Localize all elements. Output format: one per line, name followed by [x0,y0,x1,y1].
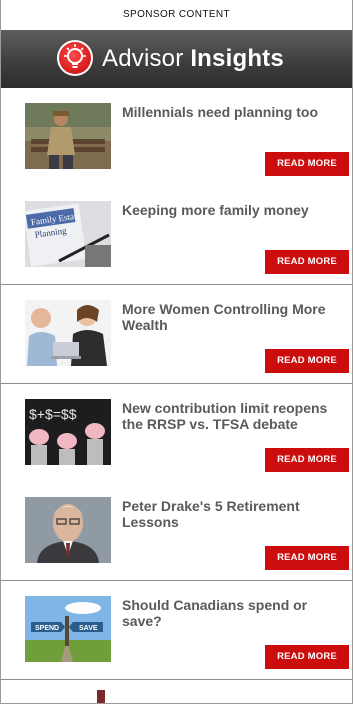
brand-name-bold: Insights [190,45,284,72]
svg-text:$+$=$$: $+$=$$ [29,406,77,422]
spend-save-signs-image[interactable]: SPEND SAVE [25,596,111,662]
svg-text:SPEND: SPEND [35,625,59,632]
family-estate-planning-image[interactable]: Family Estate Planning [25,201,111,267]
piggy-banks-image[interactable]: $+$=$$ [25,399,111,465]
next-list-item-partial [1,690,352,703]
brand-name-light: Advisor [102,45,184,72]
list-item[interactable]: SPEND SAVE Should Canadians spend or sav… [1,581,352,680]
read-more-button[interactable]: READ MORE [265,645,349,669]
read-more-button[interactable]: READ MORE [265,448,349,472]
list-item[interactable]: More Women Controlling More Wealth READ … [1,285,352,384]
read-more-button[interactable]: READ MORE [265,250,349,274]
list-item[interactable]: Peter Drake's 5 Retirement Lessons READ … [1,482,352,581]
svg-text:SAVE: SAVE [79,625,98,632]
advisor-meeting-image[interactable] [25,300,111,366]
brand-title: Advisor Insights [102,45,284,73]
list-item[interactable]: Millennials need planning too READ MORE [1,88,352,186]
partial-thumb-image [97,690,105,703]
article-title[interactable]: Millennials need planning too [122,104,337,120]
brand-header[interactable]: Advisor Insights [1,30,352,88]
man-on-bench-image[interactable] [25,103,111,169]
article-title[interactable]: Keeping more family money [122,202,337,218]
sponsor-label: SPONSOR CONTENT [1,0,352,30]
advisor-insights-widget: SPONSOR CONTENT Advisor Insights Millenn… [0,0,353,704]
lightbulb-icon [57,40,93,76]
article-title[interactable]: Should Canadians spend or save? [122,597,337,629]
list-item[interactable]: Family Estate Planning Keeping more fami… [1,186,352,285]
article-title[interactable]: New contribution limit reopens the RRSP … [122,400,337,432]
read-more-button[interactable]: READ MORE [265,152,349,176]
article-title[interactable]: More Women Controlling More Wealth [122,301,337,333]
read-more-button[interactable]: READ MORE [265,349,349,373]
article-title[interactable]: Peter Drake's 5 Retirement Lessons [122,498,337,530]
article-list: Millennials need planning too READ MORE … [1,88,352,680]
read-more-button[interactable]: READ MORE [265,546,349,570]
peter-drake-portrait-image[interactable] [25,497,111,563]
list-item[interactable]: $+$=$$ New contribution limit reopens th… [1,384,352,482]
